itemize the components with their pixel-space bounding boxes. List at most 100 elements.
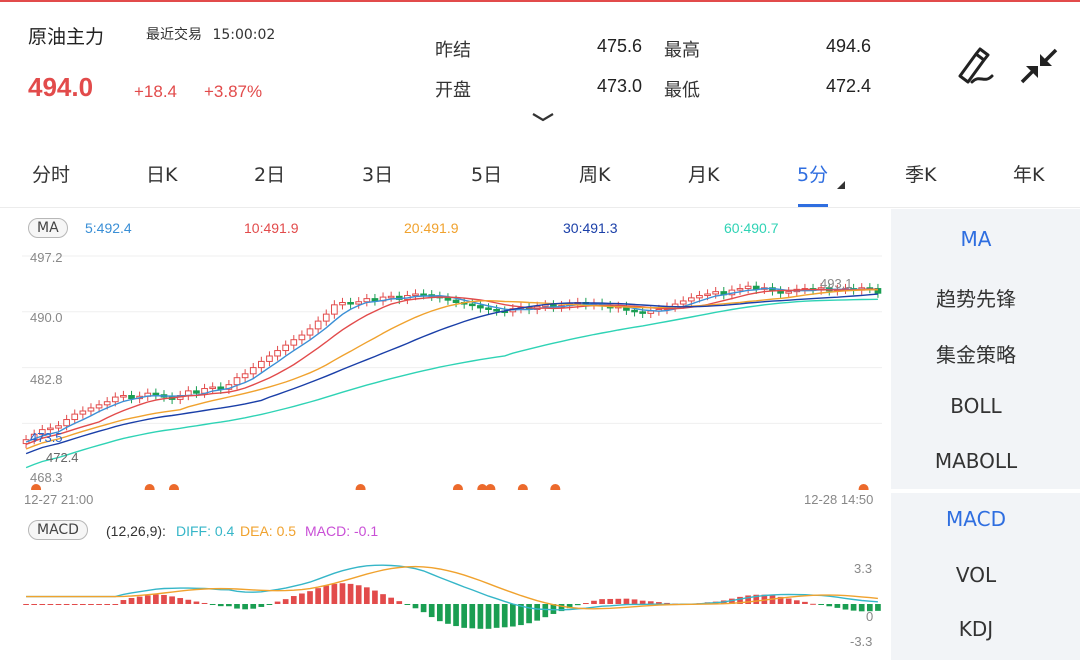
macd-bar	[282, 599, 289, 604]
tab-month-k[interactable]: 月K	[688, 160, 719, 187]
macd-bar	[372, 590, 378, 604]
macd-bar	[55, 604, 62, 605]
y-tick-bottom: 468.3	[30, 470, 63, 485]
macd-bar	[63, 604, 70, 605]
indicator-trend[interactable]: 趋势先锋	[891, 283, 1061, 312]
tab-fenshi[interactable]: 分时	[32, 160, 70, 187]
macd-bar	[23, 604, 29, 605]
ma30-line	[25, 293, 878, 455]
y-tick-3: 482.8	[30, 372, 63, 387]
candle-body	[128, 395, 135, 400]
tab-year-k[interactable]: 年K	[1013, 160, 1044, 187]
macd-bar	[88, 604, 94, 605]
indicator-jijin[interactable]: 集金策略	[891, 339, 1061, 368]
tab-quarter-k[interactable]: 季K	[905, 160, 936, 187]
tab-week-k[interactable]: 周K	[579, 160, 610, 187]
candle-body	[639, 311, 646, 314]
collapse-arrows-icon[interactable]	[1018, 46, 1060, 86]
pen-draw-icon[interactable]	[954, 46, 996, 86]
candle-body	[493, 308, 500, 312]
macd-bar	[169, 596, 175, 604]
tab-5day[interactable]: 5日	[471, 160, 502, 187]
macd-bar	[96, 604, 102, 605]
macd-bar	[850, 604, 857, 611]
price-change: +18.4	[134, 82, 178, 101]
indicator-kdj[interactable]: KDJ	[891, 617, 1061, 641]
macd-bar	[331, 583, 338, 604]
candle-body	[111, 396, 119, 403]
candle-body	[233, 377, 241, 386]
macd-bar	[842, 604, 849, 610]
macd-bar	[436, 604, 443, 622]
dropdown-triangle-icon	[837, 181, 845, 189]
candlestick-chart[interactable]	[0, 244, 890, 490]
candle-body	[468, 303, 476, 307]
chevron-down-icon[interactable]	[530, 110, 556, 124]
indicator-maboll[interactable]: MABOLL	[891, 449, 1061, 473]
candle-body	[209, 386, 216, 390]
candle-body	[282, 344, 290, 352]
macd-bar	[347, 583, 354, 604]
prev-settle-label: 昨结	[435, 40, 471, 61]
tab-5min[interactable]: 5分	[797, 160, 828, 187]
macd-y-zero: 0	[866, 609, 874, 624]
macd-bar	[161, 594, 167, 604]
macd-bar	[112, 604, 119, 605]
indicator-vol[interactable]: VOL	[891, 563, 1061, 587]
macd-bar	[380, 594, 386, 604]
ma5-legend: 5:492.4	[85, 220, 132, 236]
macd-bar	[266, 604, 273, 605]
price-change-pct: +3.87%	[204, 82, 263, 101]
ma10-legend: 10:491.9	[244, 220, 299, 236]
indicator-ma[interactable]: MA	[891, 227, 1061, 251]
macd-bar	[290, 596, 297, 604]
tab-3day[interactable]: 3日	[362, 160, 393, 187]
macd-bar	[250, 604, 257, 609]
macd-bar	[323, 585, 330, 604]
macd-bar	[477, 604, 484, 629]
macd-bar	[469, 604, 476, 629]
ma20-line	[25, 289, 878, 450]
candle-body	[420, 293, 427, 296]
candle-body	[452, 299, 460, 304]
candle-body	[371, 298, 379, 302]
indicator-panel-sub: MACD VOL KDJ	[891, 493, 1080, 660]
open-label: 开盘	[435, 80, 471, 101]
low-price-label: 472.4	[46, 450, 79, 465]
indicator-boll[interactable]: BOLL	[891, 394, 1061, 418]
candle-body	[63, 419, 70, 427]
macd-bar	[80, 604, 86, 605]
macd-bar	[136, 596, 143, 604]
candle-body	[322, 313, 330, 322]
tabs-divider	[0, 207, 1080, 208]
macd-bar	[242, 604, 248, 610]
last-trade-time: 最近交易 15:00:02	[146, 24, 275, 44]
macd-badge[interactable]: MACD	[28, 520, 88, 540]
tab-2day[interactable]: 2日	[254, 160, 285, 187]
candle-body	[290, 339, 298, 346]
macd-bar	[639, 600, 646, 604]
tab-day-k[interactable]: 日K	[146, 160, 177, 187]
macd-bar	[785, 598, 792, 604]
macd-bar	[493, 604, 500, 628]
candle-body	[339, 302, 346, 306]
macd-bar	[217, 604, 224, 607]
macd-bar	[583, 603, 589, 605]
candle-body	[331, 304, 338, 315]
macd-bar	[299, 593, 305, 604]
macd-bar	[834, 604, 841, 608]
macd-bar	[120, 600, 127, 604]
macd-bar	[445, 604, 451, 624]
macd-bar	[428, 604, 435, 618]
ma-badge[interactable]: MA	[28, 218, 68, 238]
high-value: 494.6	[825, 36, 871, 56]
macd-bar	[623, 598, 630, 604]
low-label: 最低	[664, 80, 700, 101]
candle-body	[274, 350, 281, 357]
trade-time: 15:00:02	[212, 27, 276, 43]
macd-chart[interactable]	[0, 548, 890, 658]
candle-body	[71, 413, 79, 421]
macd-bar	[607, 598, 614, 604]
indicator-macd[interactable]: MACD	[891, 507, 1061, 531]
candle-body	[485, 307, 492, 310]
